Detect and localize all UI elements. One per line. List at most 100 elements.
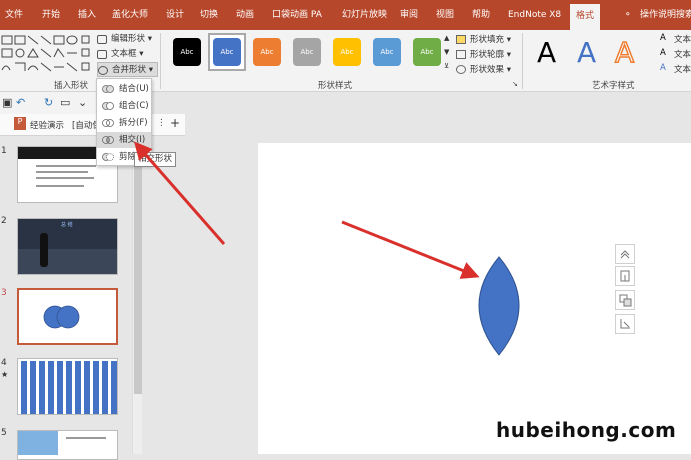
wordart-blue[interactable]: A — [577, 36, 596, 69]
shape-style-swatch-blue[interactable]: Abc — [213, 38, 241, 66]
group-divider — [160, 33, 161, 89]
crop-button[interactable] — [615, 314, 635, 334]
tab-insert[interactable]: 插入 — [78, 0, 96, 30]
gallery-scroll-down-icon[interactable]: ▼ — [444, 48, 449, 56]
text-fill-icon: A — [660, 33, 666, 43]
thumbnail-scrollbar[interactable] — [132, 136, 142, 454]
fragment-icon — [102, 119, 114, 127]
tab-endnote[interactable]: EndNote X8 — [508, 0, 561, 30]
slide-thumbnail-2[interactable]: 总 结 — [17, 218, 118, 275]
tab-transitions[interactable]: 切换 — [200, 0, 218, 30]
effects-icon — [456, 65, 466, 74]
slide-thumbnail-5[interactable] — [17, 430, 118, 460]
text-outline-icon: A — [660, 48, 666, 58]
lightbulb-icon: ⚬ — [624, 10, 632, 20]
shape-gallery[interactable] — [0, 33, 92, 77]
intersect-icon — [102, 136, 114, 144]
doc-tab-demo[interactable]: 经验演示 — [30, 119, 64, 131]
menu-item-fragment[interactable]: 拆分(F) — [97, 115, 151, 131]
union-icon — [102, 85, 114, 93]
tab-pocket-animation[interactable]: 口袋动画 PA — [272, 0, 322, 30]
subtract-icon — [102, 153, 114, 161]
slide-title: 总 结 — [61, 222, 73, 228]
layout-options-button[interactable] — [615, 266, 635, 286]
shape-style-swatch-gray[interactable]: Abc — [293, 38, 321, 66]
dialog-launcher-icon[interactable]: ↘ — [512, 80, 518, 88]
intersect-tooltip: 相交形状 — [134, 152, 177, 167]
slide-thumbnail-3[interactable] — [17, 288, 118, 345]
paint-bucket-icon — [456, 35, 466, 44]
wordart-group-label: 艺术字样式 — [592, 81, 635, 91]
shape-style-swatch-gold[interactable]: Abc — [333, 38, 361, 66]
wordart-orange-outline[interactable]: A — [614, 35, 635, 70]
intersect-lens-shape — [478, 256, 520, 356]
text-line — [36, 171, 88, 173]
shape-style-swatch-black[interactable]: Abc — [173, 38, 201, 66]
text-effects-button[interactable]: A 文本 — [660, 63, 691, 75]
slide-thumbnail-panel: 1 2 总 结 3 4 ★ 5 — [0, 136, 145, 460]
tab-view[interactable]: 视图 — [436, 0, 454, 30]
combine-icon — [102, 102, 114, 110]
text-line — [36, 177, 94, 179]
edit-shape-icon — [97, 35, 107, 44]
shape-styles-group-label: 形状样式 — [318, 81, 353, 91]
tab-review[interactable]: 审阅 — [400, 0, 418, 30]
slide-number: 4 — [1, 358, 7, 368]
tab-format[interactable]: 格式 — [570, 4, 601, 30]
person-silhouette — [40, 233, 48, 267]
tab-design[interactable]: 设计 — [166, 0, 184, 30]
scrollbar-thumb[interactable] — [134, 144, 142, 394]
tab-file[interactable]: 文件 — [5, 0, 23, 30]
slide-number: 3 — [1, 288, 7, 298]
wordart-black[interactable]: A — [537, 36, 556, 69]
text-outline-button[interactable]: A 文本 — [660, 48, 691, 60]
arrange-button[interactable] — [615, 290, 635, 310]
text-line — [36, 185, 84, 187]
save-icon[interactable]: ▣ — [2, 96, 12, 109]
shape-style-swatch-green[interactable]: Abc — [413, 38, 441, 66]
text-box-button[interactable]: 文本框 ▾ — [97, 47, 143, 62]
tab-animations[interactable]: 动画 — [236, 0, 254, 30]
ribbon-tab-bar: 文件 开始 插入 盖化大师 设计 切换 动画 口袋动画 PA 幻灯片放映 审阅 … — [0, 0, 691, 30]
shape-outline-button[interactable]: 形状轮廓 ▾ — [456, 48, 511, 60]
menu-item-union[interactable]: 结合(U) — [97, 81, 151, 97]
text-box-icon — [97, 50, 107, 59]
tab-slideshow[interactable]: 幻灯片放映 — [342, 0, 387, 30]
tab-overflow-icon[interactable]: ⋮ — [157, 118, 166, 128]
add-tab-icon[interactable]: + — [170, 116, 180, 130]
tab-home[interactable]: 开始 — [42, 0, 60, 30]
mountain-scene — [18, 249, 117, 274]
slide-thumbnail-4[interactable] — [17, 358, 118, 415]
undo-icon[interactable]: ↶ — [16, 96, 25, 109]
document-tabs: P 经验演示 [自动保 ⋮ + — [0, 114, 185, 136]
slide-image — [18, 431, 58, 455]
group-divider — [522, 33, 523, 89]
redo-icon[interactable]: ↻ — [44, 96, 53, 109]
shape-style-swatch-orange[interactable]: Abc — [253, 38, 281, 66]
merge-shapes-icon — [98, 66, 108, 75]
animation-star-icon: ★ — [1, 370, 9, 379]
menu-item-combine[interactable]: 组合(C) — [97, 98, 151, 114]
text-fill-button[interactable]: A 文本 — [660, 33, 691, 45]
menu-item-intersect[interactable]: 相交(I) — [97, 132, 151, 148]
tab-help[interactable]: 帮助 — [472, 0, 490, 30]
quick-access-toolbar: ▣ ↶ ↻ ▭ ⌄ — [0, 92, 96, 114]
present-icon[interactable]: ▭ — [60, 96, 70, 109]
merge-shapes-button[interactable]: 合并形状 ▾ — [97, 62, 158, 77]
gallery-more-icon[interactable]: ⊻ — [444, 62, 449, 70]
text-effects-icon: A — [660, 63, 666, 73]
shape-fill-button[interactable]: 形状填充 ▾ — [456, 33, 511, 45]
ppt-icon: P — [14, 117, 26, 130]
bring-forward-button[interactable] — [615, 244, 635, 264]
shape-effects-button[interactable]: 形状效果 ▾ — [456, 63, 511, 75]
insert-shapes-group-label: 插入形状 — [54, 81, 89, 91]
tab-gaihua[interactable]: 盖化大师 — [112, 0, 148, 30]
gallery-scroll-up-icon[interactable]: ▲ — [444, 34, 449, 42]
watermark: hubeihong.com — [496, 418, 677, 442]
edit-shape-button[interactable]: 编辑形状 ▾ — [97, 32, 152, 47]
tell-me-search[interactable]: 操作说明搜索 — [640, 0, 691, 30]
text-line — [66, 437, 106, 439]
slide-number: 2 — [1, 216, 7, 226]
more-qat-icon[interactable]: ⌄ — [78, 96, 87, 109]
shape-style-swatch-lightblue[interactable]: Abc — [373, 38, 401, 66]
